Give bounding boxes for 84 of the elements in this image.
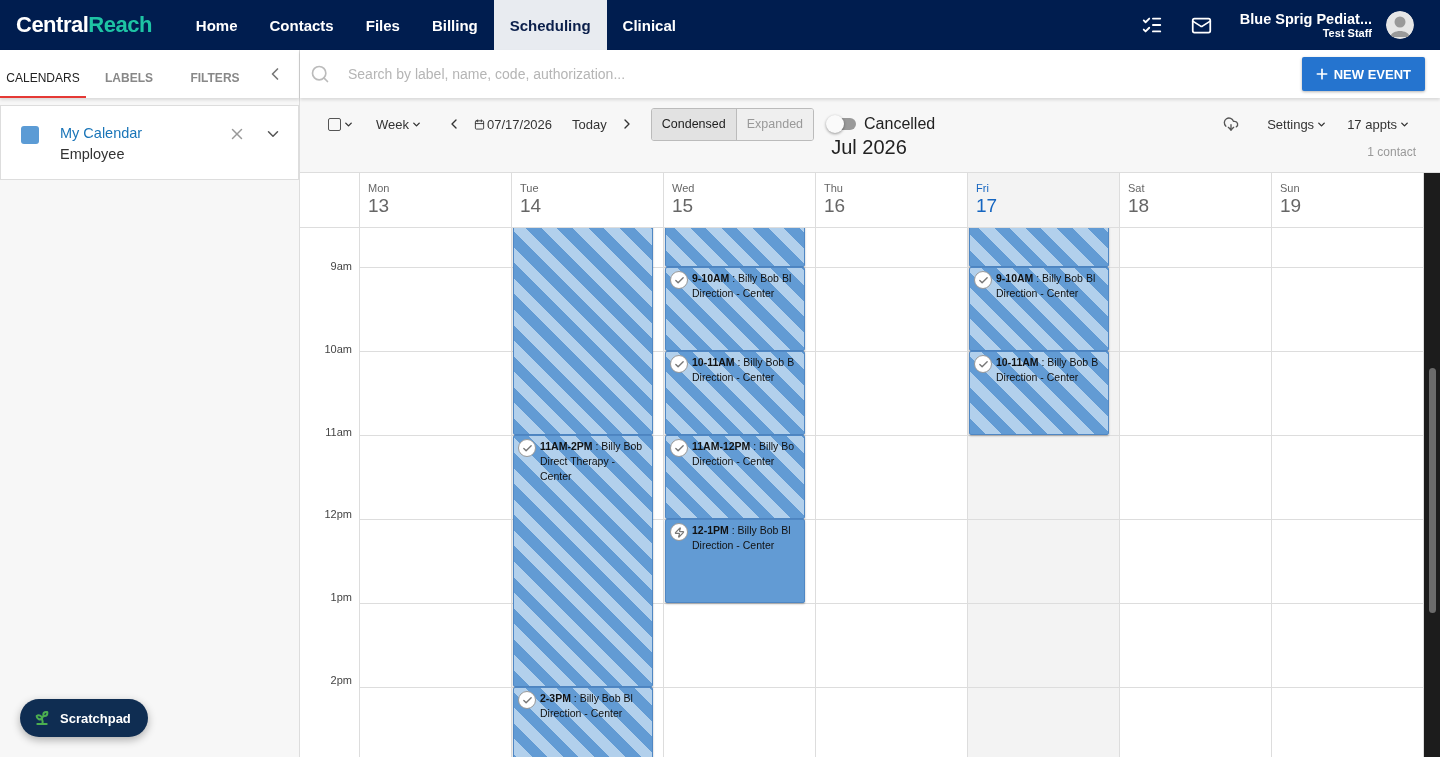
scrollbar[interactable] [1424,173,1440,757]
sidebar-tab[interactable]: CALENDARS [0,50,86,98]
day-number: 17 [976,195,999,217]
appointments-dropdown[interactable]: 17 appts [1341,108,1416,140]
check-icon [670,271,688,289]
day-name: Wed [672,182,696,194]
hour-label: 2pm [330,674,352,689]
day-number: 15 [672,195,695,217]
event-card[interactable]: 12-1PM : Billy Bob Bl Direction - Center [665,519,805,603]
hour-label: 9am [330,260,352,274]
day-number: 13 [368,195,391,217]
nav-tab[interactable]: Files [349,0,416,50]
event-detail: Direction - Center [540,706,624,721]
day-name: Mon [368,182,391,194]
event-detail: Direction - Center [692,286,776,301]
view-dropdown[interactable]: Week [370,108,428,140]
event-card[interactable]: 11AM-2PM : Billy Bob Direct Therapy - Center [513,435,653,687]
event-detail: Direct Therapy - Center [540,454,617,484]
hour-label: 12pm [324,508,352,523]
today-button[interactable]: Today [566,108,613,140]
check-icon [974,271,992,289]
account-name: Blue Sprig Pediat... [1239,11,1372,27]
lightning-icon [670,523,688,541]
settings-dropdown[interactable]: Settings [1261,108,1334,140]
event-card[interactable]: 10-11AM : Billy Bob B Direction - Center [665,351,805,435]
event-title: 11AM-2PM : Billy Bob [540,439,643,454]
event-card[interactable]: 11AM-12PM : Billy Bo Direction - Center [665,435,805,519]
day-name: Sun [1280,182,1301,194]
check-icon [518,439,536,457]
day-number: 16 [824,195,847,217]
search-icon [310,64,330,84]
view-mode-tab[interactable]: Condensed [651,108,736,140]
date-picker[interactable]: 07/17/2026 [468,108,559,140]
event-detail: Direction - Center [996,370,1080,385]
day-name: Thu [824,182,844,194]
event-title: 9-10AM : Billy Bob Bl [996,271,1096,286]
cancelled-toggle[interactable] [828,118,857,130]
day-number: 14 [520,195,543,217]
check-icon [518,691,536,709]
calendar-name[interactable]: My Calendar [60,125,143,141]
event-detail: Direction - Center [996,286,1080,301]
event-title: 9-10AM : Billy Bob Bl [692,271,792,286]
sprout-icon [34,710,50,726]
event-title: 12-1PM : Billy Bob Bl [692,523,791,538]
event-title: 11AM-12PM : Billy Bo [692,439,795,454]
nav-tab[interactable]: Scheduling [493,0,607,50]
event-detail: Direction - Center [692,538,776,553]
hour-label: 1pm [330,591,352,606]
nav-tab[interactable]: Billing [415,0,494,50]
day-name: Fri [976,182,990,194]
event-block[interactable] [513,228,653,435]
sidebar-tab[interactable]: FILTERS [172,50,258,98]
event-title: 10-11AM : Billy Bob B [996,355,1099,370]
event-title: 10-11AM : Billy Bob B [692,355,795,370]
scratchpad-button[interactable]: Scratchpad [20,699,148,737]
day-number: 19 [1280,195,1303,217]
nav-tab[interactable]: Clinical [606,0,692,50]
cancelled-label: Cancelled [864,115,936,133]
day-name: Sat [1128,182,1146,194]
event-card[interactable]: 9-10AM : Billy Bob Bl Direction - Center [665,267,805,351]
check-icon [670,439,688,457]
event-title: 2-3PM : Billy Bob Bl [540,691,633,706]
account-role: Test Staff [1322,27,1372,39]
day-number: 18 [1128,195,1151,217]
calendar-type: Employee [60,146,126,162]
check-icon [670,355,688,373]
check-icon [974,355,992,373]
event-detail: Direction - Center [692,370,776,385]
contact-count: 1 contact [1367,143,1416,159]
avatar-icon[interactable] [1386,11,1414,39]
event-card[interactable]: 9-10AM : Billy Bob Bl Direction - Center [969,267,1109,351]
event-card[interactable]: 2-3PM : Billy Bob Bl Direction - Center [513,687,653,757]
event-detail: Direction - Center [692,454,776,469]
hour-label: 10am [324,342,352,357]
nav-tab[interactable]: Contacts [253,0,350,50]
sidebar-tab[interactable]: LABELS [86,50,172,98]
new-event-button[interactable]: NEW EVENT [1301,57,1425,91]
hour-label: 11am [325,425,352,440]
month-label: Jul 2026 [831,136,907,159]
day-name: Tue [520,182,540,194]
logo[interactable]: CentralReach [0,0,180,50]
calendar-icon [474,118,485,130]
nav-tab[interactable]: Home [179,0,254,50]
event-card[interactable]: 10-11AM : Billy Bob B Direction - Center [969,351,1109,435]
